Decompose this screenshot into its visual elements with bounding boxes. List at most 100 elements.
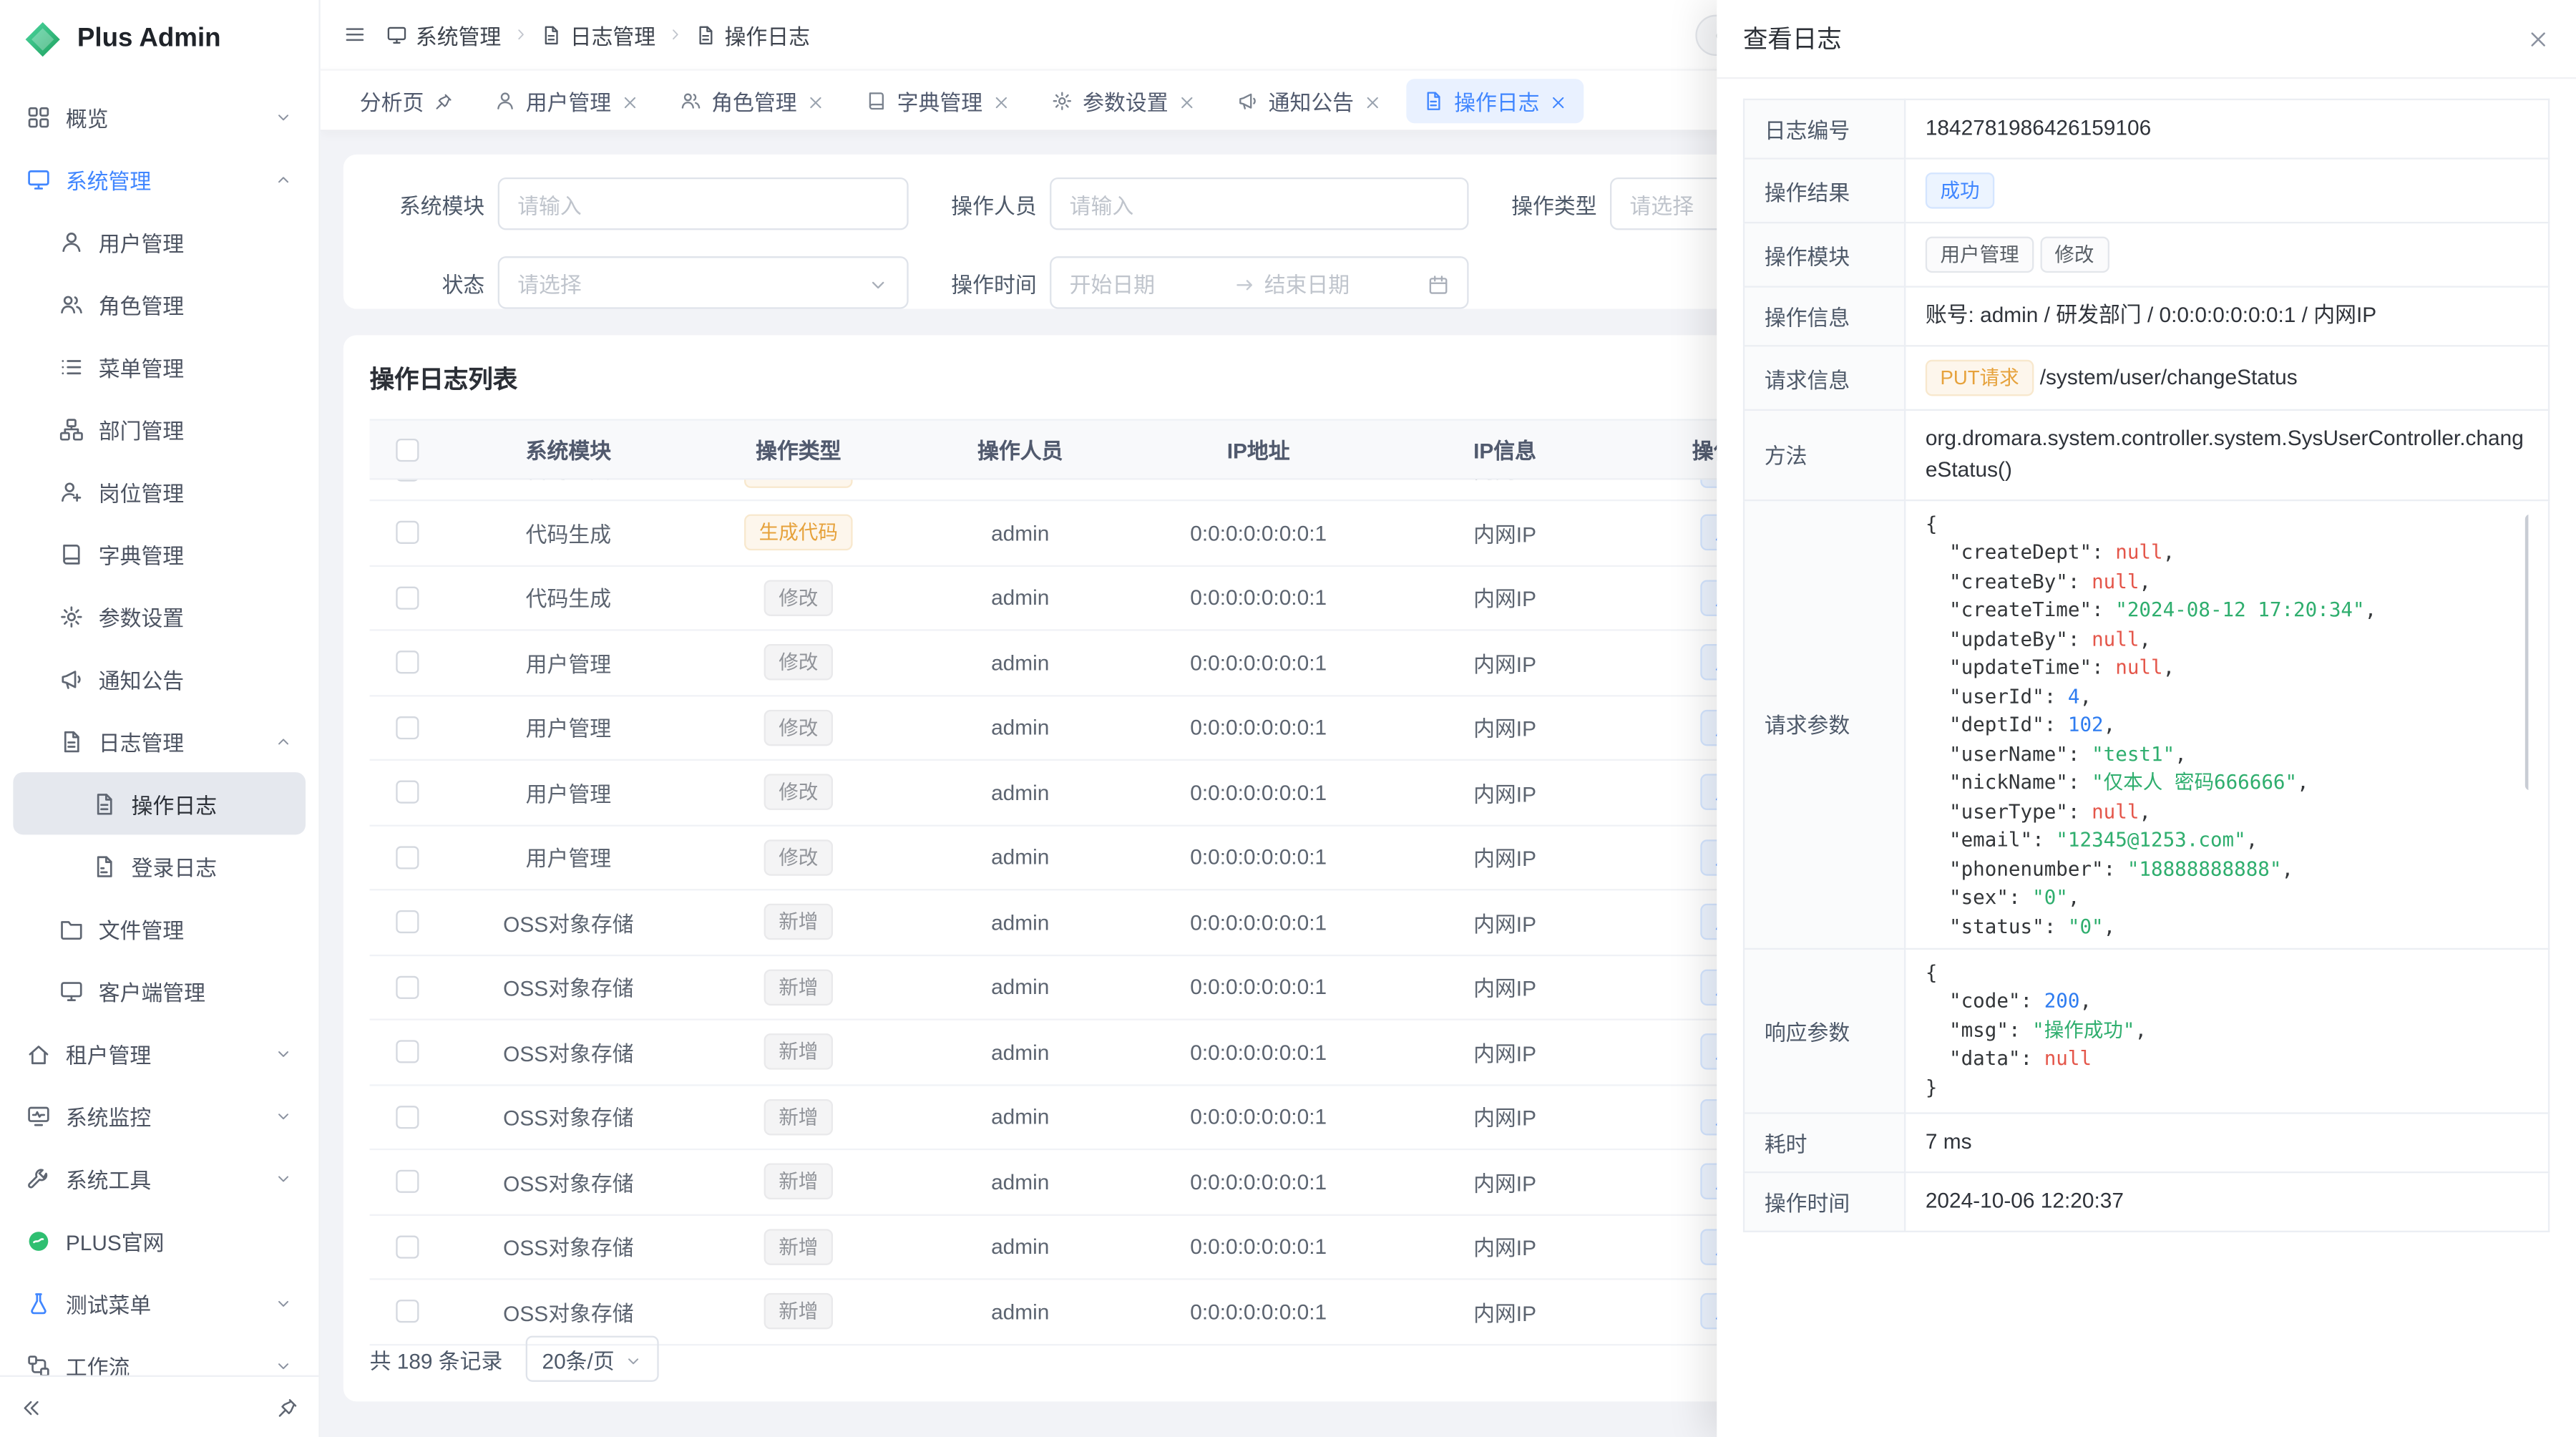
sidebar-item-user-management[interactable]: 用户管理 — [13, 210, 306, 273]
select-all-checkbox[interactable] — [396, 438, 419, 461]
sidebar-item-label: 用户管理 — [99, 226, 293, 258]
sidebar-item-file-management[interactable]: 文件管理 — [13, 897, 306, 960]
close-icon[interactable] — [2527, 27, 2550, 50]
sidebar-item-post-management[interactable]: 岗位管理 — [13, 460, 306, 522]
type-tag: 修改 — [764, 774, 833, 811]
log-descriptions: 日志编号1842781986426159106操作结果成功操作模块用户管理 修改… — [1743, 99, 2550, 1233]
sidebar-item-plus-website[interactable]: PLUS官网 — [13, 1209, 306, 1272]
sidebar-item-role-management[interactable]: 角色管理 — [13, 273, 306, 335]
description-row: 方法org.dromara.system.controller.system.S… — [1744, 410, 2549, 500]
sidebar-item-tenant-management[interactable]: 租户管理 — [13, 1022, 306, 1084]
filter-operator-label: 操作人员 — [942, 188, 1037, 220]
type-tag: 新增 — [764, 969, 833, 1005]
app-logo[interactable]: Plus Admin — [0, 0, 318, 79]
value-tag: PUT请求 — [1926, 360, 2034, 396]
filter-time-label: 操作时间 — [942, 267, 1037, 298]
tab-close-icon[interactable] — [1549, 88, 1567, 112]
sidebar-item-notice-announcement[interactable]: 通知公告 — [13, 648, 306, 710]
tab-notice-announcement[interactable]: 通知公告 — [1221, 78, 1398, 122]
sidebar-item-operation-log[interactable]: 操作日志 — [13, 772, 306, 834]
row-checkbox[interactable] — [396, 479, 419, 481]
tab-param-settings[interactable]: 参数设置 — [1035, 78, 1213, 122]
scrollbar-thumb[interactable] — [2525, 514, 2529, 790]
page-size-select[interactable]: 20条/页 — [526, 1336, 659, 1382]
tab-label: 字典管理 — [897, 84, 982, 116]
tab-close-icon[interactable] — [621, 88, 639, 112]
row-checkbox[interactable] — [396, 1170, 419, 1193]
sidebar-item-workflow[interactable]: 工作流 — [13, 1334, 306, 1375]
row-checkbox[interactable] — [396, 651, 419, 674]
description-row: 请求信息PUT请求 /system/user/changeStatus — [1744, 346, 2549, 410]
sidebar-item-login-log[interactable]: 登录日志 — [13, 834, 306, 897]
cell-ip-info: 内网IP — [1382, 761, 1628, 824]
cell-ip-info: 内网IP — [1382, 631, 1628, 694]
row-checkbox[interactable] — [396, 975, 419, 998]
sidebar-item-param-settings[interactable]: 参数设置 — [13, 585, 306, 647]
tab-dict-management[interactable]: 字典管理 — [849, 78, 1027, 122]
description-row: 耗时7 ms — [1744, 1114, 2549, 1173]
value-tag: 修改 — [2040, 237, 2109, 273]
description-row: 操作时间2024-10-06 12:20:37 — [1744, 1173, 2549, 1232]
tab-user-management[interactable]: 用户管理 — [478, 78, 655, 122]
sidebar-item-system-tools[interactable]: 系统工具 — [13, 1147, 306, 1209]
tab-role-management[interactable]: 角色管理 — [664, 78, 841, 122]
type-tag: 修改 — [764, 580, 833, 616]
hamburger-icon[interactable] — [343, 23, 366, 46]
tab-close-icon[interactable] — [806, 88, 824, 112]
cell-ip: 0:0:0:0:0:0:0:1 — [1135, 631, 1381, 694]
cell-module: OSS对象存储 — [445, 890, 691, 953]
sidebar-item-test-menu[interactable]: 测试菜单 — [13, 1272, 306, 1334]
sidebar-item-label: 登录日志 — [132, 850, 293, 882]
operator-input[interactable]: 请输入 — [1050, 177, 1468, 230]
row-checkbox[interactable] — [396, 911, 419, 934]
sidebar-item-client-management[interactable]: 客户端管理 — [13, 960, 306, 1022]
cell-type: 新增 — [692, 1280, 905, 1343]
sidebar-item-overview[interactable]: 概览 — [13, 85, 306, 147]
date-range-input[interactable]: 开始日期 结束日期 — [1050, 256, 1468, 308]
sidebar-item-dept-management[interactable]: 部门管理 — [13, 398, 306, 460]
tab-close-icon[interactable] — [1178, 88, 1196, 112]
row-checkbox[interactable] — [396, 1106, 419, 1129]
row-checkbox[interactable] — [396, 716, 419, 739]
cell-operator: admin — [905, 761, 1135, 824]
tab-label: 操作日志 — [1454, 84, 1539, 116]
module-input[interactable]: 请输入 — [498, 177, 909, 230]
collapse-sidebar-icon[interactable] — [20, 1395, 43, 1418]
sidebar-item-dict-management[interactable]: 字典管理 — [13, 522, 306, 585]
filter-time: 操作时间 开始日期 结束日期 — [942, 256, 1469, 308]
row-checkbox[interactable] — [396, 1300, 419, 1323]
tab-analysis[interactable]: 分析页 — [343, 78, 470, 122]
sidebar-item-label: 工作流 — [66, 1350, 260, 1375]
breadcrumb: 系统管理 日志管理 操作日志 — [386, 19, 810, 50]
description-row: 响应参数{ "code": 200, "msg": "操作成功", "data"… — [1744, 948, 2549, 1114]
cell-module: 用户管理 — [445, 761, 691, 824]
type-tag: 新增 — [764, 1229, 833, 1265]
breadcrumb-item[interactable]: 操作日志 — [695, 19, 810, 50]
sidebar-item-menu-management[interactable]: 菜单管理 — [13, 335, 306, 397]
field-label: 操作结果 — [1744, 159, 1905, 223]
sidebar-item-log-management[interactable]: 日志管理 — [13, 710, 306, 772]
field-label: 请求信息 — [1744, 346, 1905, 410]
type-tag: 修改 — [764, 709, 833, 746]
breadcrumb-item[interactable]: 系统管理 — [386, 19, 502, 50]
pin-sidebar-icon[interactable] — [276, 1395, 299, 1418]
row-checkbox[interactable] — [396, 1235, 419, 1258]
tab-label: 参数设置 — [1083, 84, 1168, 116]
tab-close-icon[interactable] — [992, 88, 1010, 112]
status-select[interactable]: 请选择 — [498, 256, 909, 308]
tab-operation-log[interactable]: 操作日志 — [1407, 78, 1584, 122]
row-checkbox[interactable] — [396, 846, 419, 869]
field-label: 操作模块 — [1744, 223, 1905, 287]
row-checkbox[interactable] — [396, 521, 419, 544]
row-checkbox[interactable] — [396, 586, 419, 609]
row-checkbox[interactable] — [396, 781, 419, 804]
sidebar-item-system-management[interactable]: 系统管理 — [13, 148, 306, 210]
breadcrumb-item[interactable]: 日志管理 — [540, 19, 655, 50]
row-checkbox[interactable] — [396, 1041, 419, 1063]
cell-module: OSS对象存储 — [445, 1020, 691, 1083]
cell-module: 用户管理 — [445, 826, 691, 889]
json-code[interactable]: { "createDept": null, "createBy": null, … — [1926, 510, 2529, 937]
cell-ip: 0:0:0:0:0:0:0:1 — [1135, 1085, 1381, 1148]
tab-close-icon[interactable] — [1364, 88, 1382, 112]
sidebar-item-system-monitor[interactable]: 系统监控 — [13, 1084, 306, 1146]
